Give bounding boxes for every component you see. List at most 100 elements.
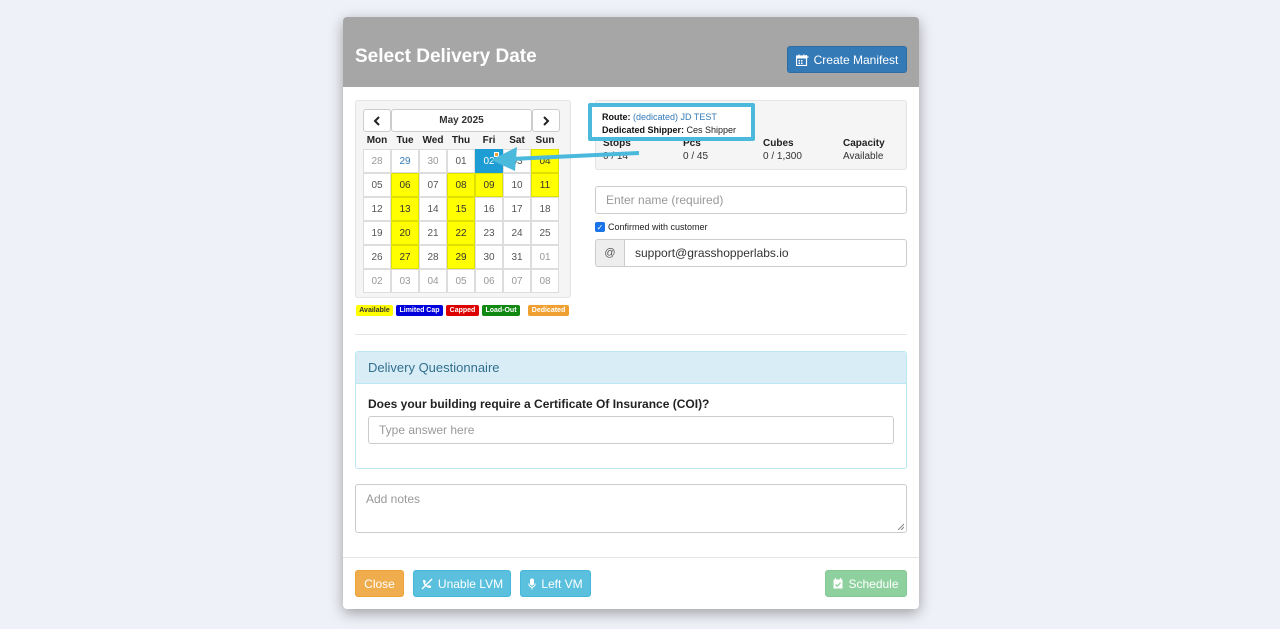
calendar-day[interactable]: 16 xyxy=(475,197,503,221)
coi-answer-placeholder: Type answer here xyxy=(379,423,475,437)
calendar-day-number: 15 xyxy=(455,203,467,215)
unable-lvm-button[interactable]: Unable LVM xyxy=(413,570,511,597)
route-label: Route: xyxy=(602,112,631,122)
calendar-day-number: 07 xyxy=(427,179,439,191)
questionnaire-panel: Delivery Questionnaire Does your buildin… xyxy=(355,351,907,469)
coi-answer-input[interactable]: Type answer here xyxy=(368,416,894,444)
calendar-day[interactable]: 24 xyxy=(503,221,531,245)
calendar-day-number: 17 xyxy=(511,203,523,215)
calendar-day-number: 03 xyxy=(511,155,523,167)
calendar-day[interactable]: 03 xyxy=(503,149,531,173)
calendar-day-number: 06 xyxy=(399,179,411,191)
calendar-day-number: 02 xyxy=(371,275,383,287)
weekday-tue: Tue xyxy=(396,135,414,146)
chevron-right-icon xyxy=(543,115,550,126)
calendar-day-number: 23 xyxy=(483,227,495,239)
calendar-day[interactable]: 08 xyxy=(447,173,475,197)
weekday-sun: Sun xyxy=(535,135,555,146)
calendar-day[interactable]: 19 xyxy=(363,221,391,245)
calendar-day-number: 05 xyxy=(371,179,383,191)
calendar-day[interactable]: 21 xyxy=(419,221,447,245)
left-vm-label: Left VM xyxy=(541,576,583,591)
calendar-day[interactable]: 05 xyxy=(447,269,475,293)
calendar-day-number: 20 xyxy=(399,227,411,239)
calendar-day-number: 03 xyxy=(399,275,411,287)
calendar-day[interactable]: 26 xyxy=(363,245,391,269)
next-month-button[interactable] xyxy=(532,109,560,132)
calendar-day-number: 30 xyxy=(483,251,495,263)
create-manifest-button[interactable]: Create Manifest xyxy=(787,46,907,73)
schedule-button[interactable]: Schedule xyxy=(825,570,907,597)
calendar-day-number: 08 xyxy=(539,275,551,287)
email-input[interactable]: support@grasshopperlabs.io xyxy=(624,239,907,267)
confirmed-checkbox[interactable]: ✓ xyxy=(595,222,605,232)
prev-month-button[interactable] xyxy=(363,109,391,132)
route-value[interactable]: (dedicated) JD TEST xyxy=(633,112,717,122)
calendar-day[interactable]: 06 xyxy=(391,173,419,197)
legend-capped: Capped xyxy=(446,305,479,316)
weekday-mon: Mon xyxy=(366,135,388,146)
route-line: Route: (dedicated) JD TEST xyxy=(602,111,741,124)
close-button[interactable]: Close xyxy=(355,570,404,597)
calendar-day-number: 04 xyxy=(427,275,439,287)
calendar-day[interactable]: 09 xyxy=(475,173,503,197)
calendar-day[interactable]: 11 xyxy=(531,173,559,197)
calendar-day[interactable]: 01 xyxy=(531,245,559,269)
calendar-day[interactable]: 28 xyxy=(419,245,447,269)
calendar-day-number: 24 xyxy=(511,227,523,239)
calendar-day[interactable]: 02 xyxy=(475,149,503,173)
calendar-day[interactable]: 12 xyxy=(363,197,391,221)
confirmed-checkbox-row[interactable]: ✓ Confirmed with customer xyxy=(595,222,708,232)
calendar-day[interactable]: 27 xyxy=(391,245,419,269)
shipper-label: Dedicated Shipper: xyxy=(602,125,685,135)
calendar-day-number: 13 xyxy=(399,203,411,215)
left-vm-button[interactable]: Left VM xyxy=(520,570,591,597)
calendar-day[interactable]: 28 xyxy=(363,149,391,173)
calendar-day[interactable]: 08 xyxy=(531,269,559,293)
name-input[interactable]: Enter name (required) xyxy=(595,186,907,214)
calendar-day[interactable]: 05 xyxy=(363,173,391,197)
calendar-day[interactable]: 25 xyxy=(531,221,559,245)
microphone-icon xyxy=(528,578,537,589)
calendar-day[interactable]: 20 xyxy=(391,221,419,245)
calendar-day[interactable]: 03 xyxy=(391,269,419,293)
calendar-day[interactable]: 29 xyxy=(391,149,419,173)
calendar-day[interactable]: 01 xyxy=(447,149,475,173)
month-label[interactable]: May 2025 xyxy=(391,109,532,132)
calendar-day[interactable]: 31 xyxy=(503,245,531,269)
legend-limited-cap: Limited Cap xyxy=(396,305,443,316)
calendar-day[interactable]: 13 xyxy=(391,197,419,221)
calendar-day[interactable]: 02 xyxy=(363,269,391,293)
calendar-day[interactable]: 10 xyxy=(503,173,531,197)
shipper-value: Ces Shipper xyxy=(686,125,737,135)
coi-question: Does your building require a Certificate… xyxy=(368,397,710,411)
calendar-day-number: 31 xyxy=(511,251,523,263)
calendar-day[interactable]: 04 xyxy=(531,149,559,173)
calendar-day[interactable]: 29 xyxy=(447,245,475,269)
calendar-day[interactable]: 18 xyxy=(531,197,559,221)
calendar-day[interactable]: 14 xyxy=(419,197,447,221)
calendar-day-number: 18 xyxy=(539,203,551,215)
calendar-day[interactable]: 30 xyxy=(419,149,447,173)
calendar-day-number: 11 xyxy=(539,179,551,191)
calendar-day-number: 21 xyxy=(427,227,439,239)
calendar-day[interactable]: 07 xyxy=(503,269,531,293)
calendar-day[interactable]: 04 xyxy=(419,269,447,293)
calendar-day-number: 30 xyxy=(427,155,439,167)
calendar-day[interactable]: 07 xyxy=(419,173,447,197)
calendar-day[interactable]: 15 xyxy=(447,197,475,221)
notes-textarea[interactable]: Add notes xyxy=(355,484,907,533)
resize-handle-icon[interactable] xyxy=(897,523,904,530)
calendar-day-number: 10 xyxy=(511,179,523,191)
calendar-day[interactable]: 06 xyxy=(475,269,503,293)
calendar-day-number: 08 xyxy=(455,179,467,191)
notes-placeholder: Add notes xyxy=(366,492,421,506)
calendar-day[interactable]: 23 xyxy=(475,221,503,245)
calendar-day-number: 09 xyxy=(483,179,495,191)
calendar-day-number: 05 xyxy=(455,275,467,287)
calendar-day[interactable]: 17 xyxy=(503,197,531,221)
calendar-day-number: 16 xyxy=(483,203,495,215)
calendar-day[interactable]: 30 xyxy=(475,245,503,269)
calendar-day[interactable]: 22 xyxy=(447,221,475,245)
calendar-day-number: 01 xyxy=(455,155,467,167)
